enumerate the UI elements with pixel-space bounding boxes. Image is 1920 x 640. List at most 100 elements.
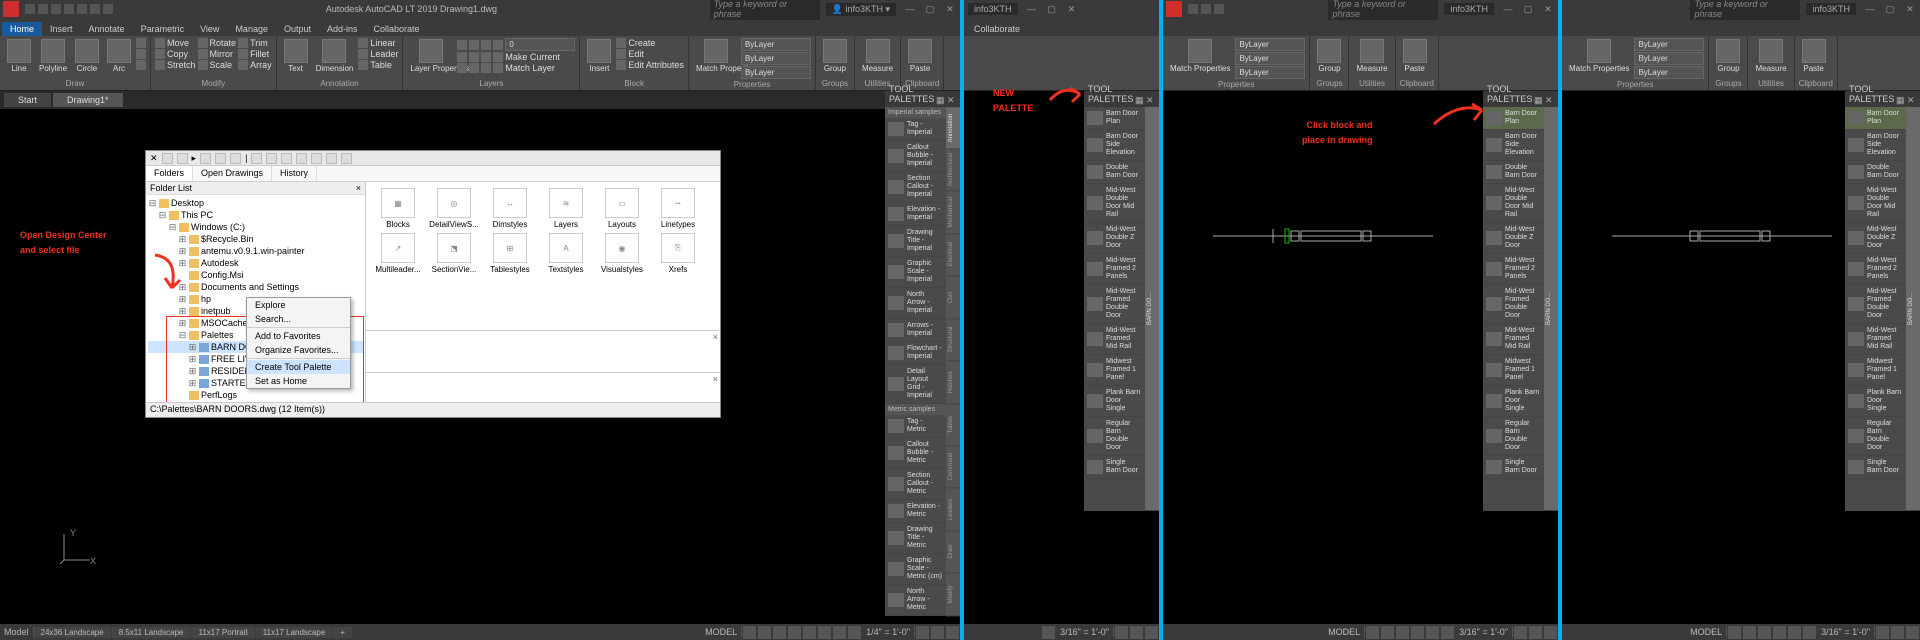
ctx-sethome[interactable]: Set as Home bbox=[247, 374, 350, 388]
palette-tab[interactable]: Draw bbox=[946, 531, 960, 573]
palette-item[interactable]: Mid-West Double Door Mid Rail bbox=[1483, 184, 1544, 223]
quick-access-toolbar[interactable] bbox=[25, 4, 113, 14]
palette-item[interactable]: Mid-West Framed Double Door bbox=[1845, 285, 1906, 324]
layer-properties-button[interactable]: Layer Properties bbox=[407, 38, 455, 74]
user-menu[interactable]: 👤 info3KTH ▾ bbox=[826, 3, 896, 16]
array-button[interactable]: Array bbox=[238, 60, 272, 70]
linear-button[interactable]: Linear bbox=[358, 38, 398, 48]
palette-tab[interactable]: Command bbox=[946, 446, 960, 488]
palette-item[interactable]: Mid-West Framed Double Door bbox=[1483, 285, 1544, 324]
palette-item[interactable]: Mid-West Double Door Mid Rail bbox=[1845, 184, 1906, 223]
layout-tab[interactable]: 11x17 Landscape bbox=[256, 627, 333, 638]
design-center-toolbar[interactable]: ✕ ▸ | bbox=[146, 151, 720, 166]
paste-button[interactable]: Paste bbox=[905, 38, 935, 74]
model-tab[interactable]: Model bbox=[0, 627, 34, 637]
drawing-tab[interactable]: Drawing1* bbox=[53, 93, 123, 107]
mirror-button[interactable]: Mirror bbox=[198, 49, 237, 59]
ctx-create-tool-palette[interactable]: Create Tool Palette bbox=[247, 360, 350, 374]
line-button[interactable]: Line bbox=[4, 38, 34, 74]
measure-button[interactable]: Measure bbox=[859, 38, 896, 74]
tool-palette-barndoors[interactable]: TOOL PALETTES ...▦✕ Barn Door PlanBarn D… bbox=[1084, 91, 1159, 511]
palette-item[interactable]: Drawing Title - Imperial bbox=[885, 226, 946, 257]
ctx-orgfav[interactable]: Organize Favorites... bbox=[247, 343, 350, 357]
palette-item[interactable]: Barn Door Side Elevation bbox=[1845, 130, 1906, 161]
start-tab[interactable]: Start bbox=[4, 93, 51, 107]
match-properties-button[interactable]: Match Properties bbox=[693, 38, 739, 74]
palette-item[interactable]: Detail Layout Grid - Imperial bbox=[885, 365, 946, 404]
add-layout-button[interactable]: + bbox=[333, 627, 352, 638]
palette-view-icon[interactable]: ▦ bbox=[936, 95, 945, 104]
layout-tab[interactable]: 8.5x11 Landscape bbox=[112, 627, 191, 638]
palette-item[interactable]: Mid-West Framed 2 Panels bbox=[1084, 254, 1145, 285]
insert-button[interactable]: Insert bbox=[584, 38, 614, 74]
palette-item[interactable]: Regular Barn Double Door bbox=[1483, 417, 1544, 456]
palette-close-icon[interactable]: ✕ bbox=[947, 95, 956, 104]
scale-button[interactable]: Scale bbox=[198, 60, 237, 70]
palette-item[interactable]: Barn Door Plan bbox=[1483, 107, 1544, 130]
grid-toggle-icon[interactable] bbox=[743, 626, 756, 639]
tab-output[interactable]: Output bbox=[276, 22, 319, 36]
tab-addins[interactable]: Add-ins bbox=[319, 22, 366, 36]
palette-item[interactable]: Regular Barn Double Door bbox=[1845, 417, 1906, 456]
palette-item[interactable]: Plank Barn Door Single bbox=[1483, 386, 1544, 417]
tool-palette-barndoors-3[interactable]: TOOL PALETTES ...▦✕ Barn Door PlanBarn D… bbox=[1845, 91, 1920, 511]
palette-item[interactable]: Single Barn Door bbox=[1084, 456, 1145, 479]
palette-tab[interactable]: Hatches bbox=[946, 362, 960, 404]
create-block-button[interactable]: Create bbox=[616, 38, 684, 48]
palette-item[interactable]: Barn Door Side Elevation bbox=[1084, 130, 1145, 161]
tab-insert[interactable]: Insert bbox=[42, 22, 81, 36]
app-logo-icon[interactable] bbox=[3, 1, 19, 17]
copy-button[interactable]: Copy bbox=[155, 49, 196, 59]
palette-item[interactable]: Barn Door Plan bbox=[1084, 107, 1145, 130]
palette-tab[interactable]: Tables bbox=[946, 404, 960, 446]
lineweight-combo[interactable]: ByLayer bbox=[741, 52, 811, 65]
palette-item[interactable]: Section Callout - Imperial bbox=[885, 172, 946, 203]
close-icon[interactable]: × bbox=[356, 183, 361, 193]
palette-item[interactable]: Elevation - Imperial bbox=[885, 203, 946, 226]
palette-item[interactable]: Plank Barn Door Single bbox=[1845, 386, 1906, 417]
palette-item[interactable]: Midwest Framed 1 Panel bbox=[1845, 355, 1906, 386]
layout-tab[interactable]: 11x17 Portrait bbox=[191, 627, 254, 638]
design-center-window[interactable]: ✕ ▸ | Folders Open Drawings History Fold… bbox=[145, 150, 721, 418]
layout-tab[interactable]: 24x36 Landscape bbox=[34, 627, 111, 638]
palette-item[interactable]: Double Barn Door bbox=[1845, 161, 1906, 184]
palette-tab[interactable]: Leaders bbox=[946, 489, 960, 531]
palette-tab[interactable]: Civil bbox=[946, 277, 960, 319]
tab-parametric[interactable]: Parametric bbox=[133, 22, 193, 36]
palette-item[interactable]: Mid-West Double Door Mid Rail bbox=[1084, 184, 1145, 223]
ctx-addfav[interactable]: Add to Favorites bbox=[247, 329, 350, 343]
rotate-button[interactable]: Rotate bbox=[198, 38, 237, 48]
palette-item[interactable]: Regular Barn Double Door bbox=[1084, 417, 1145, 456]
palette-item[interactable]: Double Barn Door bbox=[1084, 161, 1145, 184]
palette-item[interactable]: Midwest Framed 1 Panel bbox=[1483, 355, 1544, 386]
palette-item[interactable]: Drawing Title - Metric bbox=[885, 523, 946, 554]
dc-tab-history[interactable]: History bbox=[272, 166, 317, 181]
palette-item[interactable]: Callout Bubble - Imperial bbox=[885, 141, 946, 172]
arc-button[interactable]: Arc bbox=[104, 38, 134, 74]
palette-item[interactable]: Mid-West Framed 2 Panels bbox=[1483, 254, 1544, 285]
stretch-button[interactable]: Stretch bbox=[155, 60, 196, 70]
palette-item[interactable]: Barn Door Side Elevation bbox=[1483, 130, 1544, 161]
tab-view[interactable]: View bbox=[192, 22, 227, 36]
group-button[interactable]: Group bbox=[820, 38, 850, 74]
trim-button[interactable]: Trim bbox=[238, 38, 272, 48]
layer-combo[interactable]: 0 bbox=[505, 38, 575, 51]
palette-item[interactable]: Tag - Imperial bbox=[885, 118, 946, 141]
table-button[interactable]: Table bbox=[358, 60, 398, 70]
anno-scale[interactable]: 1/4" = 1'-0" bbox=[862, 627, 915, 637]
palette-item[interactable]: Arrows - Imperial bbox=[885, 319, 946, 342]
palette-item[interactable]: Section Callout - Metric bbox=[885, 469, 946, 500]
tab-collaborate[interactable]: Collaborate bbox=[366, 22, 428, 36]
palette-item[interactable]: Graphic Scale - Imperial bbox=[885, 257, 946, 288]
edit-attributes-button[interactable]: Edit Attributes bbox=[616, 60, 684, 70]
close-button[interactable]: ✕ bbox=[940, 4, 960, 15]
dc-content-view[interactable]: ▦Blocks ◎DetailViewS... ↔Dimstyles ≋Laye… bbox=[366, 182, 720, 330]
palette-item[interactable]: North Arrow - Imperial bbox=[885, 288, 946, 319]
tool-palette-barndoors-2[interactable]: TOOL PALETTES ...▦✕ Barn Door PlanBarn D… bbox=[1483, 91, 1558, 511]
edit-block-button[interactable]: Edit bbox=[616, 49, 684, 59]
linetype-combo[interactable]: ByLayer bbox=[741, 66, 811, 79]
palette-item[interactable]: Tag - Metric bbox=[885, 415, 946, 438]
context-menu[interactable]: Explore Search... Add to Favorites Organ… bbox=[246, 297, 351, 389]
dc-tab-open[interactable]: Open Drawings bbox=[193, 166, 272, 181]
tab-annotate[interactable]: Annotate bbox=[81, 22, 133, 36]
